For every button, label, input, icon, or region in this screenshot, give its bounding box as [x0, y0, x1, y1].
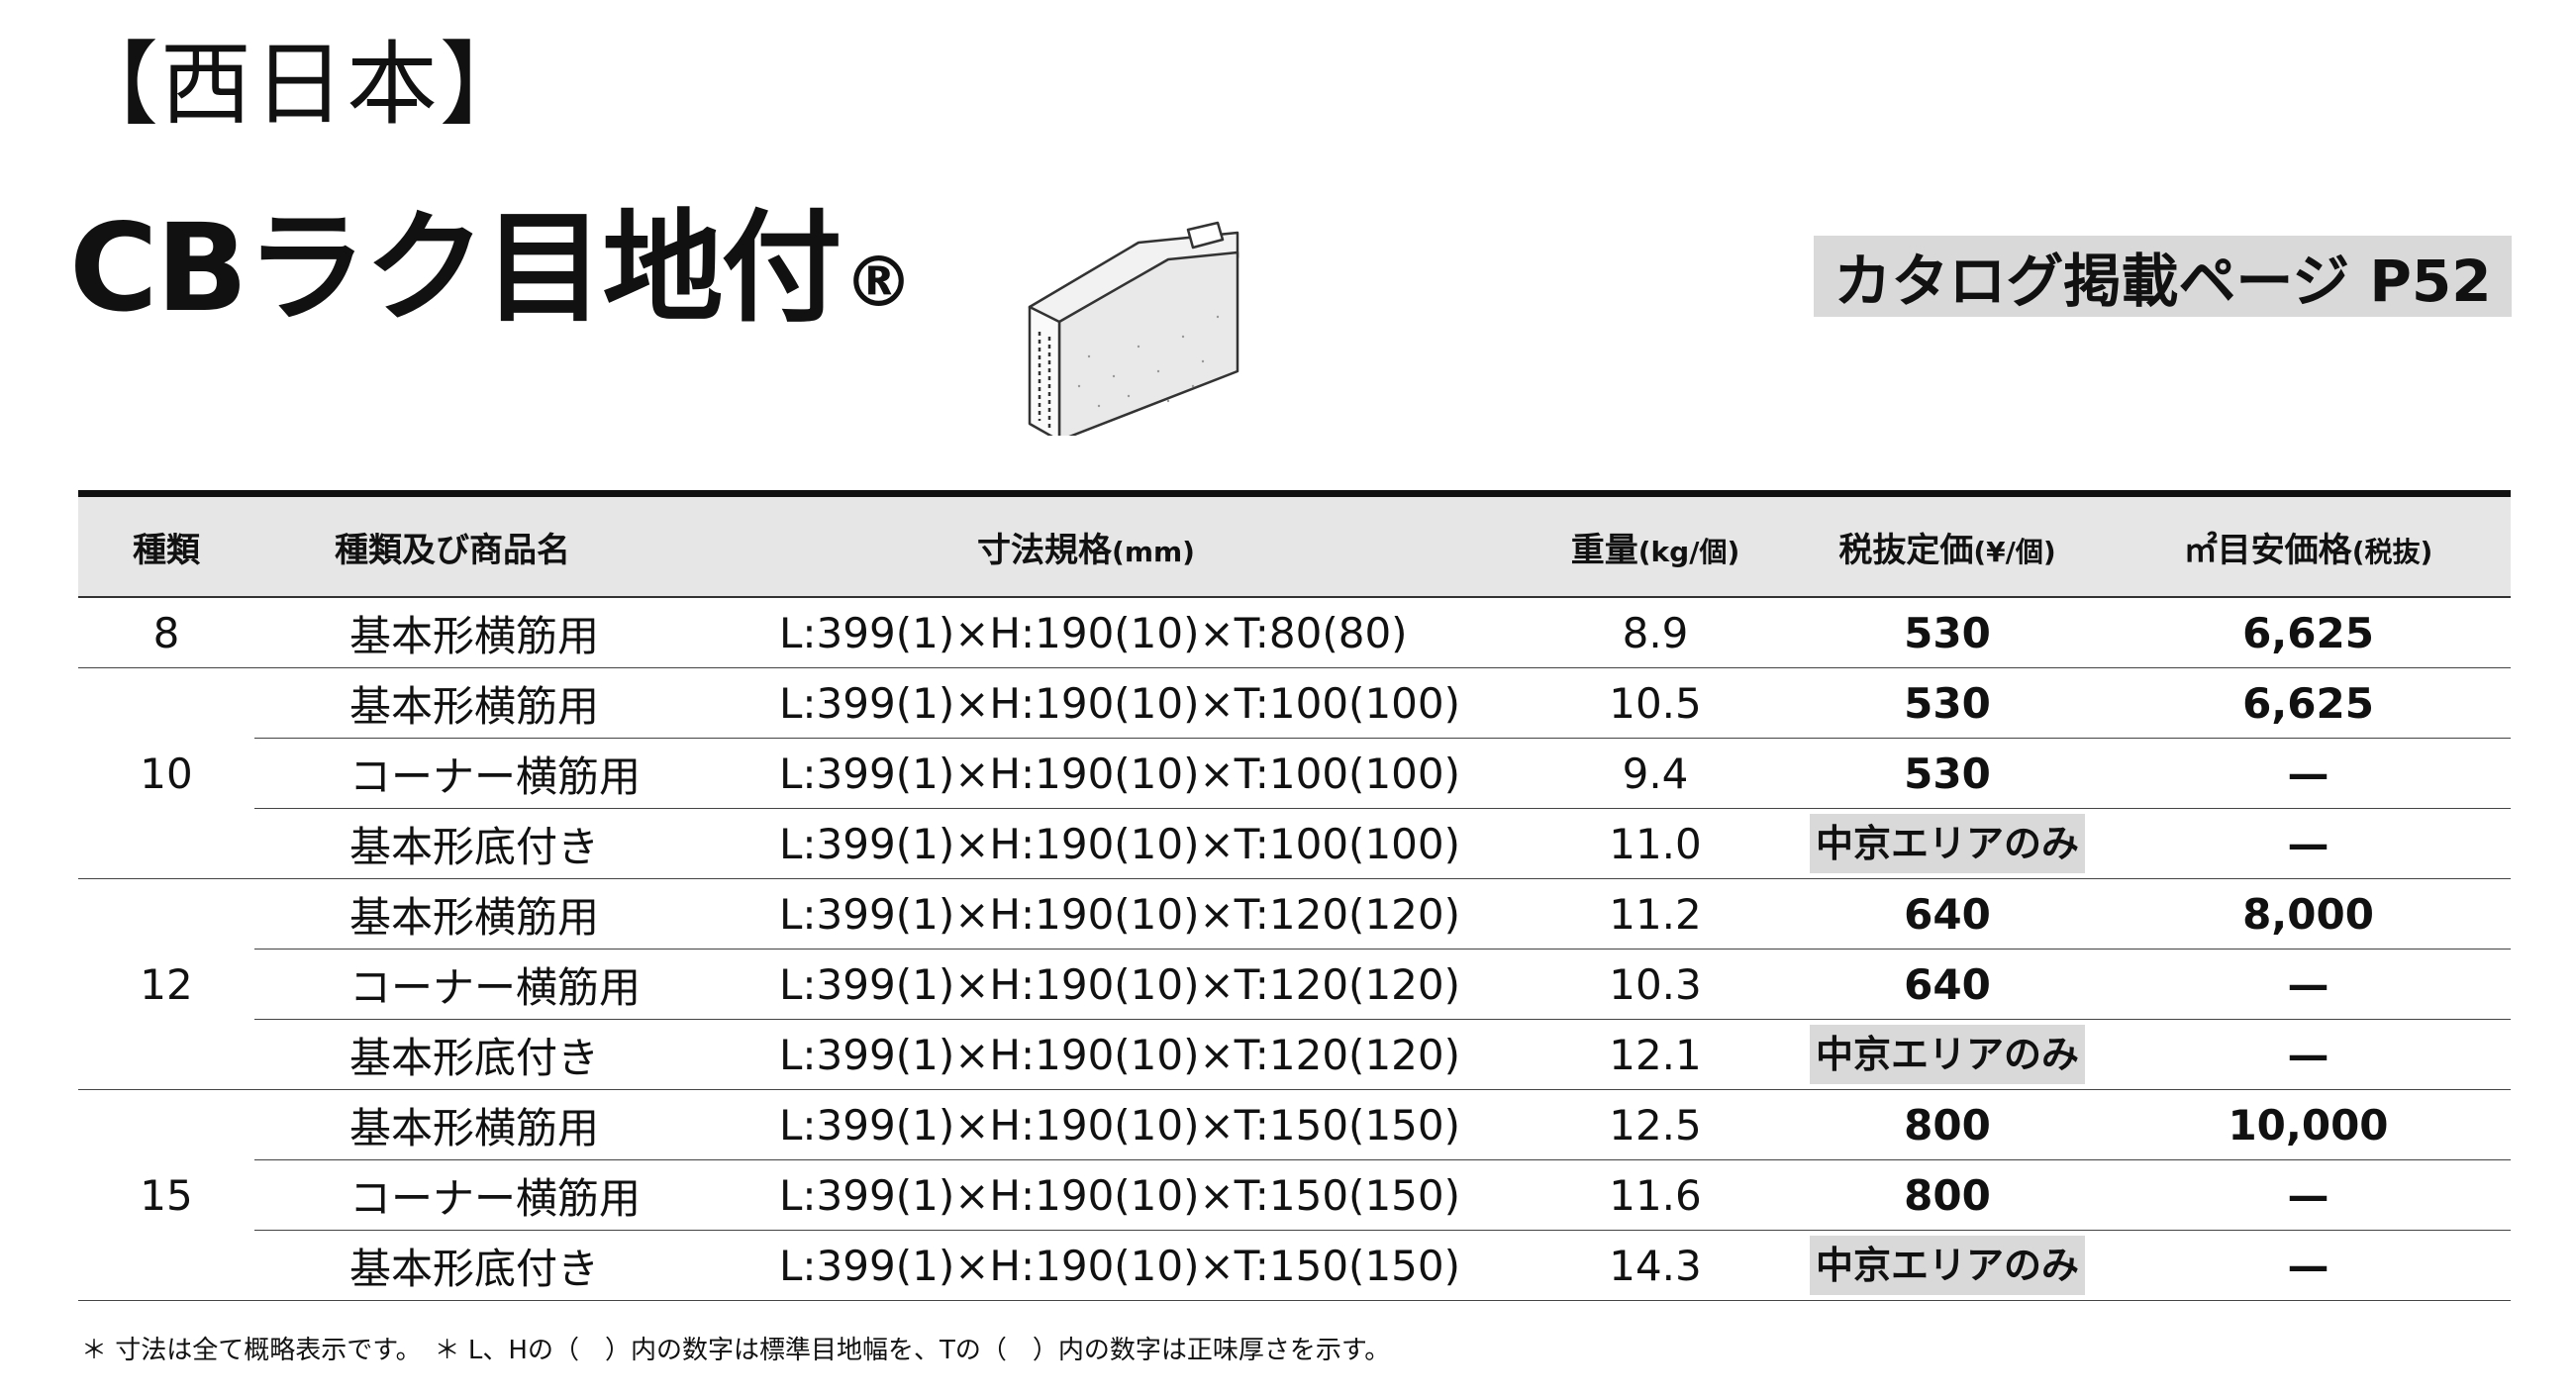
table-row: コーナー横筋用 L:399(1)×H:190(10)×T:120(120) 10.3… [78, 949, 2511, 1020]
product-name-cell: コーナー横筋用 [254, 949, 650, 1020]
price-cell: 530 [1789, 597, 2106, 668]
kind-cell: 15 [78, 1089, 254, 1301]
sqm-price-cell: — [2106, 738, 2511, 809]
price-cell: 800 [1789, 1089, 2106, 1160]
product-name-cell: 基本形底付き [254, 1019, 650, 1090]
sqm-price-cell: 8,000 [2106, 878, 2511, 950]
sqm-price-cell: 6,625 [2106, 667, 2511, 739]
header-weight: 重量(kg/個) [1522, 490, 1789, 598]
price-cell: 640 [1789, 878, 2106, 950]
price-cell: 中京エリアのみ [1789, 1230, 2106, 1301]
table-row: 15 基本形横筋用 L:399(1)×H:190(10)×T:150(150) 12.… [78, 1089, 2511, 1301]
price-cell: 中京エリアのみ [1789, 808, 2106, 879]
dimension-cell: L:399(1)×H:190(10)×T:120(120) [650, 1019, 1522, 1090]
weight-cell: 8.9 [1522, 597, 1789, 668]
product-name-cell: 基本形横筋用 [254, 1089, 650, 1160]
price-cell: 800 [1789, 1159, 2106, 1231]
sqm-price-cell: — [2106, 949, 2511, 1020]
table-row: 基本形底付き L:399(1)×H:190(10)×T:150(150) 14.3 中… [78, 1230, 2511, 1301]
header-product: 種類及び商品名 [254, 490, 650, 598]
header-dimensions: 寸法規格(mm) [650, 490, 1522, 598]
table-row: コーナー横筋用 L:399(1)×H:190(10)×T:100(100) 9.4 5… [78, 738, 2511, 809]
product-name-cell: 基本形横筋用 [254, 667, 650, 739]
dimension-cell: L:399(1)×H:190(10)×T:100(100) [650, 808, 1522, 879]
table-row: 8 基本形横筋用 L:399(1)×H:190(10)×T:80(80) 8.9 530… [78, 597, 2511, 668]
table-row: 基本形底付き L:399(1)×H:190(10)×T:120(120) 12.1 中… [78, 1019, 2511, 1090]
kind-cell: 10 [78, 667, 254, 879]
sqm-price-cell: — [2106, 808, 2511, 879]
weight-cell: 11.2 [1522, 878, 1789, 950]
table-row: 12 基本形横筋用 L:399(1)×H:190(10)×T:120(120) 11.… [78, 878, 2511, 1090]
sqm-price-cell: — [2106, 1230, 2511, 1301]
product-name-cell: コーナー横筋用 [254, 1159, 650, 1231]
price-cell: 640 [1789, 949, 2106, 1020]
weight-cell: 12.5 [1522, 1089, 1789, 1160]
weight-cell: 9.4 [1522, 738, 1789, 809]
spec-table: 種類 種類及び商品名 寸法規格(mm) 重量(kg/個) 税抜定価(¥/個) ㎡… [78, 490, 2511, 1301]
header-price: 税抜定価(¥/個) [1789, 490, 2106, 598]
area-only-badge: 中京エリアのみ [1809, 1025, 2085, 1084]
registered-mark: ® [843, 242, 914, 323]
area-only-badge: 中京エリアのみ [1809, 814, 2085, 873]
product-name-cell: 基本形横筋用 [254, 597, 650, 668]
product-name-cell: 基本形横筋用 [254, 878, 650, 950]
table-row: 10 基本形横筋用 L:399(1)×H:190(10)×T:100(100) 10.… [78, 667, 2511, 879]
price-cell: 530 [1789, 738, 2106, 809]
dimension-cell: L:399(1)×H:190(10)×T:120(120) [650, 878, 1522, 950]
dimension-cell: L:399(1)×H:190(10)×T:80(80) [650, 597, 1522, 668]
kind-cell: 12 [78, 878, 254, 1090]
footnote: ＊ 寸法は全て概略表示です。 ＊ L、Hの（ ）内の数字は標準目地幅を、Tの（ … [81, 1336, 1391, 1365]
weight-cell: 10.5 [1522, 667, 1789, 739]
weight-cell: 11.6 [1522, 1159, 1789, 1231]
product-title: CBラク目地付® [69, 208, 914, 329]
catalog-page-badge: カタログ掲載ページ P52 [1814, 236, 2512, 317]
product-name-cell: 基本形底付き [254, 1230, 650, 1301]
dimension-cell: L:399(1)×H:190(10)×T:150(150) [650, 1159, 1522, 1231]
region-heading: 【西日本】 [67, 32, 534, 138]
dimension-cell: L:399(1)×H:190(10)×T:150(150) [650, 1230, 1522, 1301]
dimension-cell: L:399(1)×H:190(10)×T:100(100) [650, 667, 1522, 739]
sqm-price-cell: 10,000 [2106, 1089, 2511, 1160]
header-kind: 種類 [78, 490, 254, 598]
dimension-cell: L:399(1)×H:190(10)×T:100(100) [650, 738, 1522, 809]
concrete-block-illustration [1028, 221, 1239, 436]
price-cell: 530 [1789, 667, 2106, 739]
table-row: コーナー横筋用 L:399(1)×H:190(10)×T:150(150) 11.6… [78, 1159, 2511, 1231]
table-header-row: 種類 種類及び商品名 寸法規格(mm) 重量(kg/個) 税抜定価(¥/個) ㎡… [78, 490, 2511, 598]
dimension-cell: L:399(1)×H:190(10)×T:150(150) [650, 1089, 1522, 1160]
dimension-cell: L:399(1)×H:190(10)×T:120(120) [650, 949, 1522, 1020]
weight-cell: 12.1 [1522, 1019, 1789, 1090]
weight-cell: 10.3 [1522, 949, 1789, 1020]
weight-cell: 14.3 [1522, 1230, 1789, 1301]
price-cell: 中京エリアのみ [1789, 1019, 2106, 1090]
product-name: CBラク目地付 [69, 198, 842, 339]
table-row: 基本形底付き L:399(1)×H:190(10)×T:100(100) 11.0 中… [78, 808, 2511, 879]
area-only-badge: 中京エリアのみ [1809, 1236, 2085, 1295]
kind-cell: 8 [78, 597, 254, 668]
sqm-price-cell: — [2106, 1159, 2511, 1231]
product-name-cell: 基本形底付き [254, 808, 650, 879]
sqm-price-cell: — [2106, 1019, 2511, 1090]
product-name-cell: コーナー横筋用 [254, 738, 650, 809]
header-sqm-price: ㎡目安価格(税抜) [2106, 490, 2511, 598]
sqm-price-cell: 6,625 [2106, 597, 2511, 668]
table-body: 8 基本形横筋用 L:399(1)×H:190(10)×T:80(80) 8.9 530… [78, 597, 2511, 1301]
weight-cell: 11.0 [1522, 808, 1789, 879]
